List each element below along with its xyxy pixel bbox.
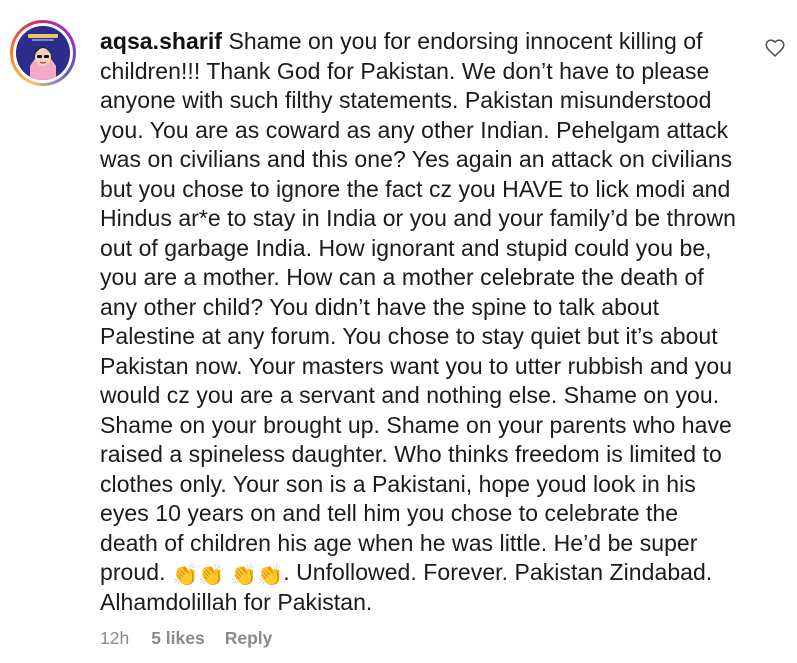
avatar-image <box>16 26 70 80</box>
comment-timestamp: 12h <box>100 628 130 648</box>
likes-count-link[interactable]: 5 likes <box>151 628 205 649</box>
comment-text: Shame on you for endorsing innocent kill… <box>100 28 736 585</box>
avatar[interactable] <box>10 20 76 86</box>
avatar-illustration <box>16 26 70 80</box>
clapping-hands-icon: 👏👏 <box>171 564 225 587</box>
comment-item: aqsa.sharif Shame on you for endorsing i… <box>0 0 797 663</box>
reply-button[interactable]: Reply <box>225 628 273 649</box>
comment-body: aqsa.sharif Shame on you for endorsing i… <box>100 27 740 617</box>
like-button-icon <box>765 39 785 57</box>
heart-outline-icon[interactable] <box>764 37 786 59</box>
comment-meta: 12h 5 likes Reply <box>100 628 272 649</box>
clapping-hands-icon: 👏👏 <box>230 564 284 587</box>
comment-username[interactable]: aqsa.sharif <box>100 28 222 54</box>
avatar-border <box>13 23 73 83</box>
